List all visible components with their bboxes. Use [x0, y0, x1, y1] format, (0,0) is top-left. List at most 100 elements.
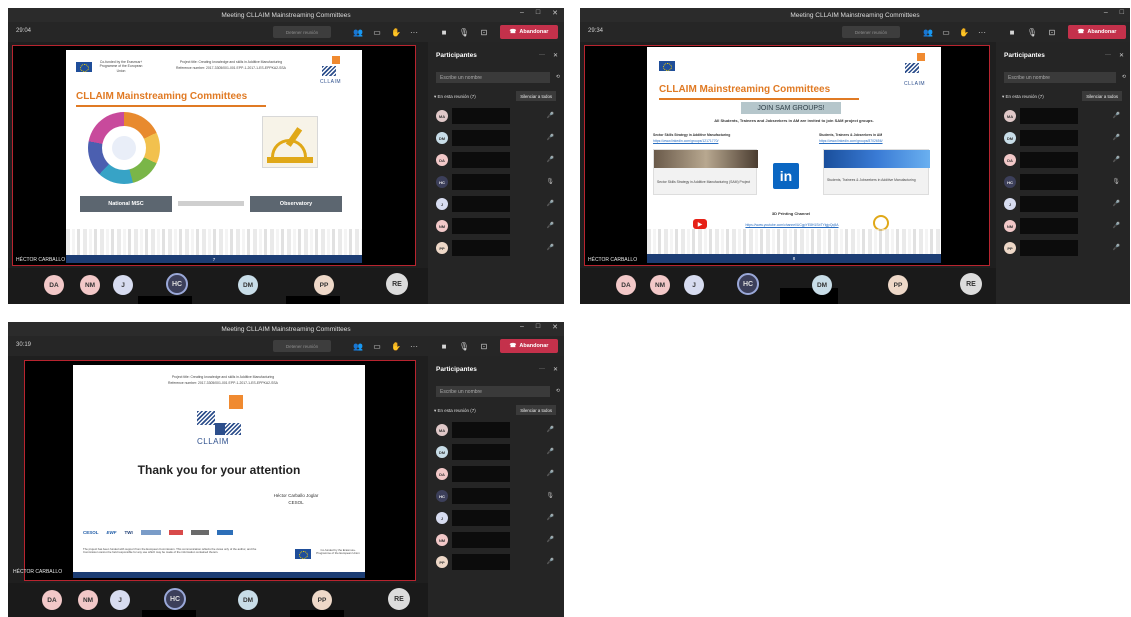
participant-row[interactable]: DM 🎤 — [436, 444, 556, 462]
mute-all-button[interactable]: Silenciar a todos — [516, 405, 556, 415]
maximize-icon[interactable]: □ — [536, 9, 540, 17]
participant-row[interactable]: NM 🎤 — [436, 532, 556, 550]
mic-muted-icon[interactable]: 🎙 — [458, 26, 470, 38]
participant-search-input[interactable]: Escribe un nombre — [436, 386, 550, 397]
gallery-avatar[interactable]: J — [113, 275, 133, 295]
close-icon[interactable]: ✕ — [552, 9, 558, 17]
participant-row[interactable]: HC 🎙 — [1004, 174, 1122, 192]
more-options-icon[interactable]: ··· — [976, 26, 988, 38]
participant-row[interactable]: NM 🎤 — [1004, 218, 1122, 236]
participants-icon[interactable]: 👥 — [352, 340, 364, 352]
stop-sharing-button[interactable]: Detener reunión — [273, 340, 331, 352]
invite-icon[interactable]: ⟲ — [556, 388, 560, 394]
invite-icon[interactable]: ⟲ — [556, 74, 560, 80]
mute-all-button[interactable]: Silenciar a todos — [1082, 91, 1122, 101]
participant-row[interactable]: DA 🎤 — [436, 152, 556, 170]
camera-icon[interactable]: ■ — [438, 340, 450, 352]
gallery-avatar[interactable]: RE — [960, 273, 982, 295]
in-meeting-header[interactable]: ▾ En esta reunión (7) — [434, 94, 476, 100]
gallery-avatar-active[interactable]: HC — [164, 588, 186, 610]
more-icon[interactable]: ··· — [539, 366, 545, 373]
leave-button[interactable]: ☎ Abandonar — [500, 25, 558, 39]
slide-7: Co-funded by the Erasmus+ Programme of t… — [66, 50, 362, 263]
participant-row[interactable]: MA 🎤 — [436, 422, 556, 440]
gallery-avatar[interactable]: J — [684, 275, 704, 295]
close-icon[interactable]: ✕ — [552, 323, 558, 331]
participant-row[interactable]: J 🎤 — [436, 196, 556, 214]
in-meeting-header[interactable]: ▾ En esta reunión (7) — [434, 408, 476, 414]
share-screen-icon[interactable]: ⊡ — [478, 26, 490, 38]
gallery-avatar[interactable]: DM — [812, 275, 832, 295]
participant-row[interactable]: HC 🎙 — [436, 174, 556, 192]
minimize-icon[interactable]: – — [520, 9, 524, 17]
close-panel-icon[interactable]: ✕ — [553, 366, 558, 373]
gallery-avatar[interactable]: DM — [238, 590, 258, 610]
participant-row[interactable]: MA 🎤 — [1004, 108, 1122, 126]
raise-hand-icon[interactable]: ✋ — [390, 340, 402, 352]
participant-row[interactable]: PP 🎤 — [436, 240, 556, 258]
participant-row[interactable]: HC 🎙 — [436, 488, 556, 506]
participant-row[interactable]: DA 🎤 — [436, 466, 556, 484]
participants-icon[interactable]: 👥 — [352, 26, 364, 38]
gallery-avatar-active[interactable]: HC — [737, 273, 759, 295]
participant-row[interactable]: DM 🎤 — [436, 130, 556, 148]
leave-button[interactable]: ☎ Abandonar — [1068, 25, 1126, 39]
participant-row[interactable]: J 🎤 — [1004, 196, 1122, 214]
more-icon[interactable]: ··· — [1105, 52, 1111, 59]
participant-row[interactable]: MA 🎤 — [436, 108, 556, 126]
chat-icon[interactable]: ▭ — [940, 26, 952, 38]
participant-search-input[interactable]: Escribe un nombre — [436, 72, 550, 83]
more-options-icon[interactable]: ··· — [408, 26, 420, 38]
invite-icon[interactable]: ⟲ — [1122, 74, 1126, 80]
gallery-avatar[interactable]: J — [110, 590, 130, 610]
minimize-icon[interactable]: – — [520, 323, 524, 331]
gallery-avatar[interactable]: DA — [616, 275, 636, 295]
chat-icon[interactable]: ▭ — [371, 26, 383, 38]
close-panel-icon[interactable]: ✕ — [1119, 52, 1124, 59]
leave-label: Abandonar — [1087, 29, 1117, 35]
participant-search-input[interactable]: Escribe un nombre — [1004, 72, 1116, 83]
stop-sharing-button[interactable]: Detener reunión — [842, 26, 900, 38]
in-meeting-header[interactable]: ▾ En esta reunión (7) — [1002, 94, 1044, 100]
camera-icon[interactable]: ■ — [1006, 26, 1018, 38]
chat-icon[interactable]: ▭ — [371, 340, 383, 352]
gallery-avatar[interactable]: RE — [386, 273, 408, 295]
gallery-avatar-active[interactable]: HC — [166, 273, 188, 295]
group1-link[interactable]: https://www.linkedin.com/groups/12171770… — [653, 139, 773, 143]
leave-button[interactable]: ☎ Abandonar — [500, 339, 558, 353]
more-icon[interactable]: ··· — [539, 52, 545, 59]
mute-all-button[interactable]: Silenciar a todos — [516, 91, 556, 101]
gallery-avatar[interactable]: PP — [888, 275, 908, 295]
participant-row[interactable]: J 🎤 — [436, 510, 556, 528]
gallery-avatar[interactable]: RE — [388, 588, 410, 610]
gallery-avatar[interactable]: PP — [314, 275, 334, 295]
maximize-icon[interactable]: □ — [536, 323, 540, 331]
channel-link[interactable]: https://www.youtube.com/channel/UCgpYE8H… — [727, 223, 857, 227]
more-options-icon[interactable]: ··· — [408, 340, 420, 352]
gallery-avatar[interactable]: DM — [238, 275, 258, 295]
mic-muted-icon[interactable]: 🎙 — [458, 340, 470, 352]
participants-icon[interactable]: 👥 — [922, 26, 934, 38]
raise-hand-icon[interactable]: ✋ — [390, 26, 402, 38]
share-screen-icon[interactable]: ⊡ — [1046, 26, 1058, 38]
stop-sharing-button[interactable]: Detener reunión — [273, 26, 331, 38]
maximize-icon[interactable]: □ — [1120, 9, 1124, 16]
close-panel-icon[interactable]: ✕ — [553, 52, 558, 59]
participant-row[interactable]: NM 🎤 — [436, 218, 556, 236]
gallery-avatar[interactable]: NM — [80, 275, 100, 295]
participant-row[interactable]: DA 🎤 — [1004, 152, 1122, 170]
camera-icon[interactable]: ■ — [438, 26, 450, 38]
share-screen-icon[interactable]: ⊡ — [478, 340, 490, 352]
participant-row[interactable]: PP 🎤 — [436, 554, 556, 572]
gallery-avatar[interactable]: NM — [78, 590, 98, 610]
minimize-icon[interactable]: – — [1104, 9, 1108, 16]
group2-link[interactable]: https://www.linkedin.com/groups/8702656/ — [819, 139, 937, 143]
gallery-avatar[interactable]: DA — [44, 275, 64, 295]
participant-row[interactable]: PP 🎤 — [1004, 240, 1122, 258]
gallery-avatar[interactable]: PP — [312, 590, 332, 610]
participant-row[interactable]: DM 🎤 — [1004, 130, 1122, 148]
gallery-avatar[interactable]: NM — [650, 275, 670, 295]
raise-hand-icon[interactable]: ✋ — [958, 26, 970, 38]
mic-muted-icon[interactable]: 🎙 — [1026, 26, 1038, 38]
gallery-avatar[interactable]: DA — [42, 590, 62, 610]
